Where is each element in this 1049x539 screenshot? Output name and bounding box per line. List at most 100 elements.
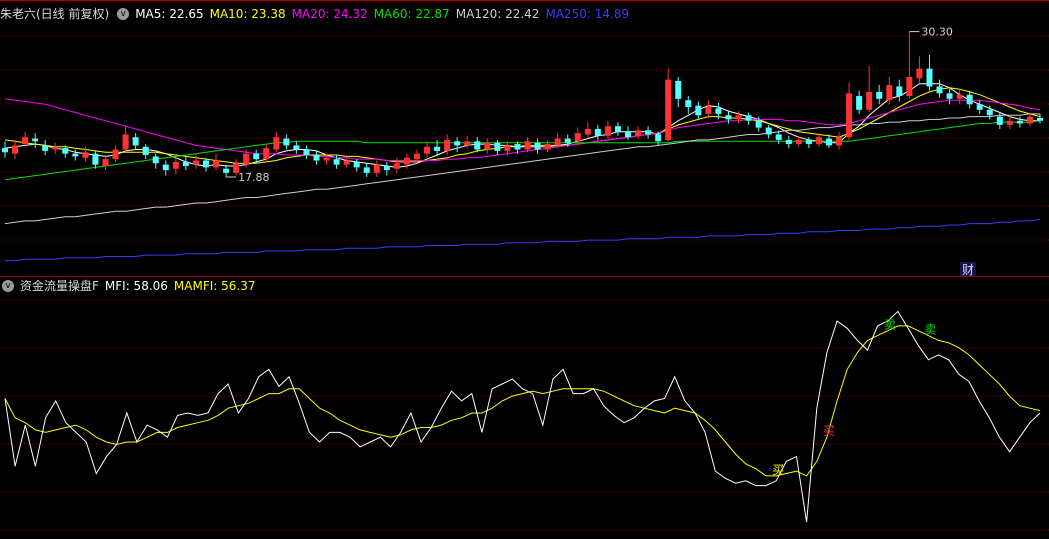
candle-body xyxy=(484,142,491,150)
candle-body xyxy=(42,145,49,151)
candle-body xyxy=(725,115,732,120)
mfi-legend: MFI: 58.06 xyxy=(104,279,168,293)
candle-body xyxy=(896,86,903,97)
candle-body xyxy=(916,68,923,79)
cai-badge: 财 xyxy=(962,263,974,277)
low-price-label: 17.88 xyxy=(238,171,270,184)
candle-body xyxy=(785,139,792,145)
candle-body xyxy=(202,160,209,168)
candle-body xyxy=(12,145,19,154)
candle-body xyxy=(172,161,179,169)
candle-body xyxy=(765,127,772,135)
candle-body xyxy=(926,68,933,87)
candle-body xyxy=(514,144,521,150)
high-price-label: 30.30 xyxy=(921,26,953,39)
candle-body xyxy=(564,138,571,143)
candle-body xyxy=(253,153,260,160)
candle-body xyxy=(614,126,621,132)
candle-body xyxy=(956,94,963,99)
candle-body xyxy=(685,100,692,108)
signal-label: 卖 xyxy=(884,318,896,332)
candle-body xyxy=(424,146,431,154)
ma-line-ma120 xyxy=(4,113,1040,225)
candle-body xyxy=(343,160,350,165)
candle-body xyxy=(1016,120,1023,124)
candle-body xyxy=(544,144,551,150)
candle-body xyxy=(715,108,722,114)
candle-body xyxy=(795,139,802,145)
candle-body xyxy=(213,160,220,168)
candle-body xyxy=(263,148,270,160)
candle-body xyxy=(283,138,290,146)
indicator-collapse-toggle-icon[interactable]: v xyxy=(2,280,14,292)
ma5-legend: MA5: 22.65 xyxy=(135,7,204,21)
candle-body xyxy=(323,157,330,161)
candle-body xyxy=(735,115,742,120)
candle-body xyxy=(1026,116,1033,124)
candle-body xyxy=(645,130,652,135)
candle-body xyxy=(82,152,89,158)
candle-body xyxy=(815,137,822,145)
ma250-legend: MA250: 14.89 xyxy=(545,7,630,21)
candle-body xyxy=(182,161,189,166)
candle-body xyxy=(32,138,39,142)
candle-body xyxy=(92,153,99,165)
candle-body xyxy=(504,145,511,151)
candle-body xyxy=(223,168,230,173)
candle-body xyxy=(353,161,360,168)
chart-canvas: 30.3017.88财买买卖卖 xyxy=(0,0,1049,531)
candle-body xyxy=(2,148,8,153)
candle-body xyxy=(464,141,471,146)
candle-body xyxy=(434,146,441,151)
candle-body xyxy=(393,163,400,169)
candle-body xyxy=(584,128,591,135)
candle-body xyxy=(313,155,320,161)
ma-line-ma60 xyxy=(4,120,1041,181)
candle-body xyxy=(403,157,410,165)
candle-body xyxy=(655,134,662,142)
candle-body xyxy=(494,142,501,151)
candle-body xyxy=(273,137,280,150)
candle-body xyxy=(846,93,853,138)
candle-body xyxy=(775,134,782,140)
candle-body xyxy=(594,128,601,136)
candle-body xyxy=(363,167,370,173)
candle-body xyxy=(102,159,109,166)
candle-body xyxy=(524,141,531,150)
signal-label: 卖 xyxy=(924,323,936,337)
signal-label: 买 xyxy=(772,463,784,477)
candle-body xyxy=(675,80,682,99)
candle-body xyxy=(454,141,461,146)
collapse-toggle-icon[interactable]: v xyxy=(117,8,130,20)
candle-body xyxy=(373,164,380,173)
candle-body xyxy=(72,153,79,157)
candle-body xyxy=(825,138,832,146)
candle-body xyxy=(625,131,632,138)
candle-body xyxy=(745,115,752,121)
ma20-legend: MA20: 24.32 xyxy=(291,7,368,21)
ma60-legend: MA60: 22.87 xyxy=(373,7,450,21)
candle-body xyxy=(805,139,812,145)
price-legend-bar: 朱老六(日线 前复权) v MA5: 22.65 MA10: 23.38 MA2… xyxy=(0,4,635,24)
candle-body xyxy=(22,137,29,145)
indicator-name: 资金流量操盘F xyxy=(20,279,99,293)
ma10-legend: MA10: 23.38 xyxy=(209,7,286,21)
candle-body xyxy=(1006,120,1013,125)
candle-body xyxy=(243,153,250,165)
candle-body xyxy=(976,104,983,110)
mfi-line xyxy=(4,310,1041,522)
candle-body xyxy=(52,146,59,150)
candle-body xyxy=(705,107,712,114)
signal-label: 买 xyxy=(823,424,835,438)
candle-body xyxy=(695,105,702,116)
candle-body xyxy=(554,138,561,146)
candle-body xyxy=(886,85,893,101)
candle-body xyxy=(142,146,149,156)
candle-body xyxy=(866,91,873,110)
candle-body xyxy=(413,153,420,160)
candle-body xyxy=(966,94,973,105)
candle-body xyxy=(936,86,943,94)
candle-body xyxy=(303,149,310,156)
candle-body xyxy=(876,91,883,99)
candle-body xyxy=(836,137,843,146)
